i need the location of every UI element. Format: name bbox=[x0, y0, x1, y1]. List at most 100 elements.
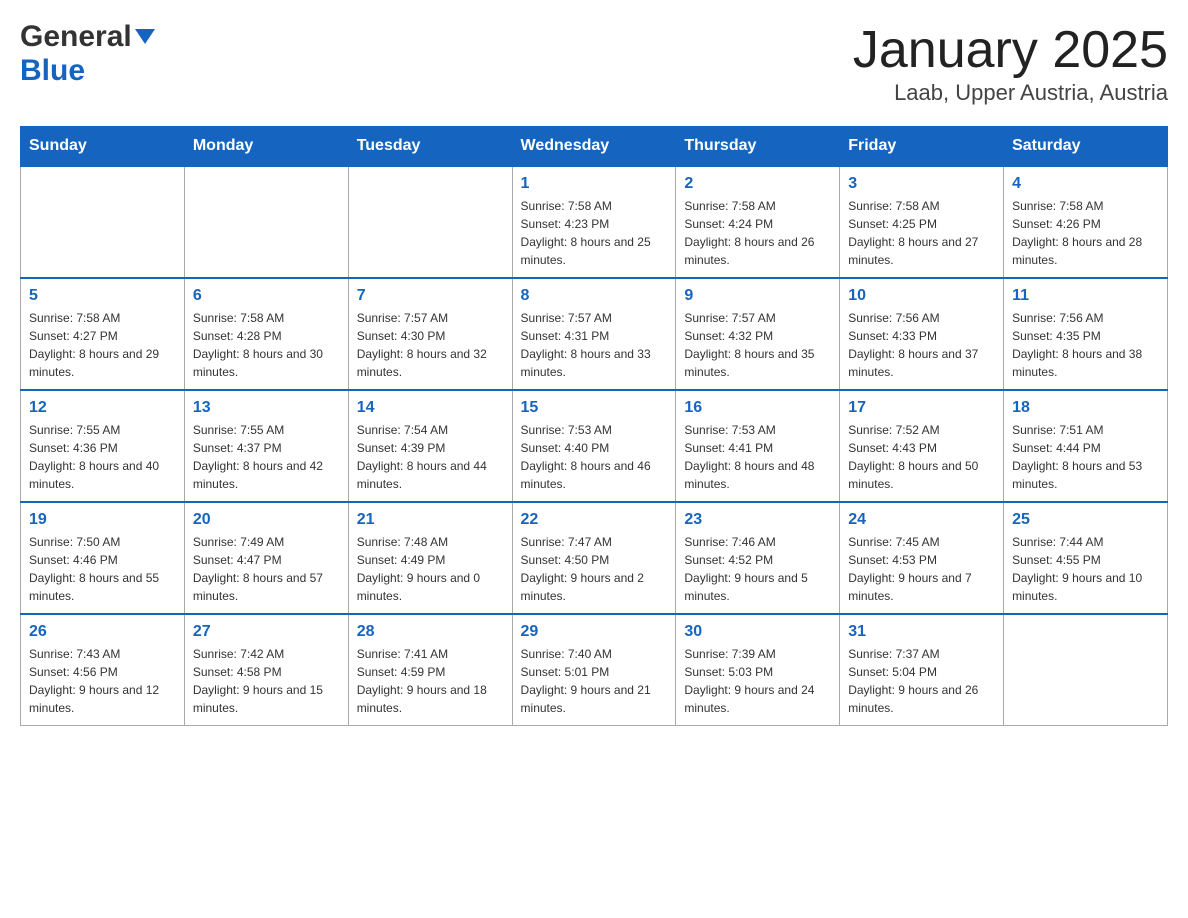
calendar-cell: 30Sunrise: 7:39 AM Sunset: 5:03 PM Dayli… bbox=[676, 614, 840, 726]
calendar-cell: 1 Sunrise: 7:58 AM Sunset: 4:23 PM Daylig… bbox=[512, 166, 676, 278]
day-number: 3 bbox=[848, 175, 995, 193]
day-number: 2 bbox=[684, 175, 831, 193]
day-info: Sunrise: 7:58 AM Sunset: 4:28 PM Dayligh… bbox=[193, 309, 340, 381]
col-wednesday: Wednesday bbox=[512, 127, 676, 167]
calendar-cell: 28Sunrise: 7:41 AM Sunset: 4:59 PM Dayli… bbox=[348, 614, 512, 726]
day-number: 25 bbox=[1012, 511, 1159, 529]
day-number: 5 bbox=[29, 287, 176, 305]
calendar-cell bbox=[1004, 614, 1168, 726]
day-number: 31 bbox=[848, 623, 995, 641]
calendar-cell: 6Sunrise: 7:58 AM Sunset: 4:28 PM Daylig… bbox=[184, 278, 348, 390]
calendar-cell: 7Sunrise: 7:57 AM Sunset: 4:30 PM Daylig… bbox=[348, 278, 512, 390]
col-thursday: Thursday bbox=[676, 127, 840, 167]
day-info: Sunrise: 7:42 AM Sunset: 4:58 PM Dayligh… bbox=[193, 645, 340, 717]
day-number: 30 bbox=[684, 623, 831, 641]
calendar-cell: 25 Sunrise: 7:44 AM Sunset: 4:55 PM Dayli… bbox=[1004, 502, 1168, 614]
day-info: Sunrise: 7:44 AM Sunset: 4:55 PM Dayligh… bbox=[1012, 533, 1159, 605]
week-row-4: 19 Sunrise: 7:50 AM Sunset: 4:46 PM Dayli… bbox=[21, 502, 1168, 614]
day-number: 14 bbox=[357, 399, 504, 417]
week-row-3: 12Sunrise: 7:55 AM Sunset: 4:36 PM Dayli… bbox=[21, 390, 1168, 502]
day-info: Sunrise: 7:43 AM Sunset: 4:56 PM Dayligh… bbox=[29, 645, 176, 717]
calendar-cell: 17 Sunrise: 7:52 AM Sunset: 4:43 PM Dayli… bbox=[840, 390, 1004, 502]
day-info: Sunrise: 7:57 AM Sunset: 4:32 PM Dayligh… bbox=[684, 309, 831, 381]
calendar-cell: 29 Sunrise: 7:40 AM Sunset: 5:01 PM Dayli… bbox=[512, 614, 676, 726]
day-info: Sunrise: 7:49 AM Sunset: 4:47 PM Dayligh… bbox=[193, 533, 340, 605]
day-info: Sunrise: 7:52 AM Sunset: 4:43 PM Dayligh… bbox=[848, 421, 995, 493]
day-number: 13 bbox=[193, 399, 340, 417]
calendar-cell bbox=[184, 166, 348, 278]
day-number: 7 bbox=[357, 287, 504, 305]
calendar-cell: 27 Sunrise: 7:42 AM Sunset: 4:58 PM Dayli… bbox=[184, 614, 348, 726]
calendar-title-block: January 2025 Laab, Upper Austria, Austri… bbox=[853, 20, 1168, 106]
day-number: 19 bbox=[29, 511, 176, 529]
day-number: 18 bbox=[1012, 399, 1159, 417]
day-number: 27 bbox=[193, 623, 340, 641]
calendar-header-row: Sunday Monday Tuesday Wednesday Thursday… bbox=[21, 127, 1168, 167]
col-saturday: Saturday bbox=[1004, 127, 1168, 167]
logo-blue-text: Blue bbox=[20, 54, 85, 87]
calendar-title: January 2025 bbox=[853, 20, 1168, 80]
calendar-cell: 15 Sunrise: 7:53 AM Sunset: 4:40 PM Dayli… bbox=[512, 390, 676, 502]
col-friday: Friday bbox=[840, 127, 1004, 167]
day-number: 17 bbox=[848, 399, 995, 417]
calendar-cell: 16 Sunrise: 7:53 AM Sunset: 4:41 PM Dayli… bbox=[676, 390, 840, 502]
week-row-1: 1 Sunrise: 7:58 AM Sunset: 4:23 PM Daylig… bbox=[21, 166, 1168, 278]
day-info: Sunrise: 7:37 AM Sunset: 5:04 PM Dayligh… bbox=[848, 645, 995, 717]
calendar-cell: 11Sunrise: 7:56 AM Sunset: 4:35 PM Dayli… bbox=[1004, 278, 1168, 390]
calendar-cell: 21Sunrise: 7:48 AM Sunset: 4:49 PM Dayli… bbox=[348, 502, 512, 614]
day-number: 20 bbox=[193, 511, 340, 529]
day-number: 4 bbox=[1012, 175, 1159, 193]
week-row-5: 26 Sunrise: 7:43 AM Sunset: 4:56 PM Dayli… bbox=[21, 614, 1168, 726]
day-number: 26 bbox=[29, 623, 176, 641]
calendar-cell: 5 Sunrise: 7:58 AM Sunset: 4:27 PM Daylig… bbox=[21, 278, 185, 390]
calendar-cell: 20 Sunrise: 7:49 AM Sunset: 4:47 PM Dayli… bbox=[184, 502, 348, 614]
day-info: Sunrise: 7:58 AM Sunset: 4:26 PM Dayligh… bbox=[1012, 197, 1159, 269]
day-number: 24 bbox=[848, 511, 995, 529]
calendar-cell: 3 Sunrise: 7:58 AM Sunset: 4:25 PM Daylig… bbox=[840, 166, 1004, 278]
day-number: 10 bbox=[848, 287, 995, 305]
day-info: Sunrise: 7:50 AM Sunset: 4:46 PM Dayligh… bbox=[29, 533, 176, 605]
day-number: 29 bbox=[521, 623, 668, 641]
day-number: 1 bbox=[521, 175, 668, 193]
day-info: Sunrise: 7:56 AM Sunset: 4:33 PM Dayligh… bbox=[848, 309, 995, 381]
calendar-cell: 12Sunrise: 7:55 AM Sunset: 4:36 PM Dayli… bbox=[21, 390, 185, 502]
day-number: 23 bbox=[684, 511, 831, 529]
calendar-cell: 2 Sunrise: 7:58 AM Sunset: 4:24 PM Daylig… bbox=[676, 166, 840, 278]
day-number: 22 bbox=[521, 511, 668, 529]
day-info: Sunrise: 7:58 AM Sunset: 4:24 PM Dayligh… bbox=[684, 197, 831, 269]
calendar-cell: 10 Sunrise: 7:56 AM Sunset: 4:33 PM Dayli… bbox=[840, 278, 1004, 390]
day-number: 9 bbox=[684, 287, 831, 305]
week-row-2: 5 Sunrise: 7:58 AM Sunset: 4:27 PM Daylig… bbox=[21, 278, 1168, 390]
day-info: Sunrise: 7:58 AM Sunset: 4:23 PM Dayligh… bbox=[521, 197, 668, 269]
calendar-subtitle: Laab, Upper Austria, Austria bbox=[853, 80, 1168, 106]
day-info: Sunrise: 7:40 AM Sunset: 5:01 PM Dayligh… bbox=[521, 645, 668, 717]
day-info: Sunrise: 7:57 AM Sunset: 4:31 PM Dayligh… bbox=[521, 309, 668, 381]
col-sunday: Sunday bbox=[21, 127, 185, 167]
day-info: Sunrise: 7:56 AM Sunset: 4:35 PM Dayligh… bbox=[1012, 309, 1159, 381]
calendar-cell: 9 Sunrise: 7:57 AM Sunset: 4:32 PM Daylig… bbox=[676, 278, 840, 390]
day-number: 28 bbox=[357, 623, 504, 641]
calendar-cell: 31 Sunrise: 7:37 AM Sunset: 5:04 PM Dayli… bbox=[840, 614, 1004, 726]
day-info: Sunrise: 7:58 AM Sunset: 4:25 PM Dayligh… bbox=[848, 197, 995, 269]
day-number: 15 bbox=[521, 399, 668, 417]
calendar-cell bbox=[21, 166, 185, 278]
day-info: Sunrise: 7:53 AM Sunset: 4:41 PM Dayligh… bbox=[684, 421, 831, 493]
logo-general-text: General bbox=[20, 20, 132, 54]
calendar-cell: 26 Sunrise: 7:43 AM Sunset: 4:56 PM Dayli… bbox=[21, 614, 185, 726]
day-info: Sunrise: 7:54 AM Sunset: 4:39 PM Dayligh… bbox=[357, 421, 504, 493]
calendar-cell: 23Sunrise: 7:46 AM Sunset: 4:52 PM Dayli… bbox=[676, 502, 840, 614]
calendar-cell: 8Sunrise: 7:57 AM Sunset: 4:31 PM Daylig… bbox=[512, 278, 676, 390]
day-info: Sunrise: 7:51 AM Sunset: 4:44 PM Dayligh… bbox=[1012, 421, 1159, 493]
day-info: Sunrise: 7:55 AM Sunset: 4:37 PM Dayligh… bbox=[193, 421, 340, 493]
calendar-cell: 24Sunrise: 7:45 AM Sunset: 4:53 PM Dayli… bbox=[840, 502, 1004, 614]
calendar-cell bbox=[348, 166, 512, 278]
col-monday: Monday bbox=[184, 127, 348, 167]
day-number: 16 bbox=[684, 399, 831, 417]
day-info: Sunrise: 7:48 AM Sunset: 4:49 PM Dayligh… bbox=[357, 533, 504, 605]
day-info: Sunrise: 7:58 AM Sunset: 4:27 PM Dayligh… bbox=[29, 309, 176, 381]
day-info: Sunrise: 7:53 AM Sunset: 4:40 PM Dayligh… bbox=[521, 421, 668, 493]
col-tuesday: Tuesday bbox=[348, 127, 512, 167]
calendar-cell: 22Sunrise: 7:47 AM Sunset: 4:50 PM Dayli… bbox=[512, 502, 676, 614]
calendar-cell: 14 Sunrise: 7:54 AM Sunset: 4:39 PM Dayli… bbox=[348, 390, 512, 502]
logo-triangle-icon bbox=[135, 29, 155, 44]
